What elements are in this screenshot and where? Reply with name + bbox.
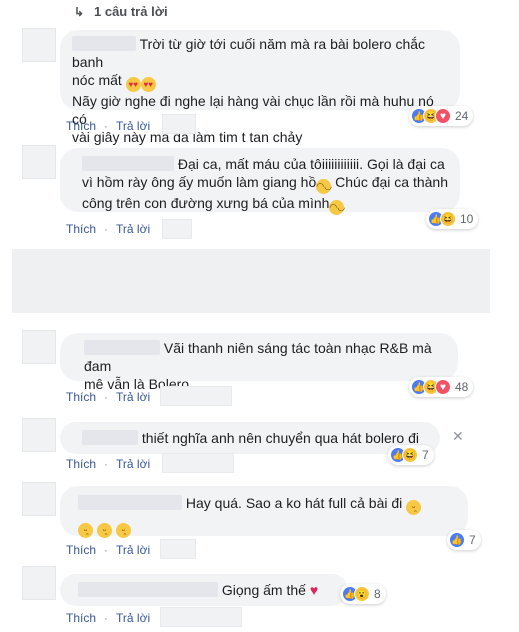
wow-icon: 😮 (354, 586, 370, 602)
haha-icon: 😆 (440, 211, 456, 227)
reaction-count: 7 (422, 448, 429, 462)
avatar[interactable] (22, 145, 56, 179)
close-icon[interactable]: ✕ (452, 428, 464, 445)
like-icon: 👍 (449, 532, 465, 548)
comment-text-line: Hay quá. Sao a ko hát full cả bài đi (185, 495, 403, 511)
comment-bubble: Trời từ giờ tới cuối năm mà ra bài boler… (60, 30, 460, 145)
author-name[interactable] (78, 582, 218, 597)
timestamp[interactable] (162, 453, 234, 473)
reply-link[interactable]: Trả lời (116, 222, 150, 236)
timestamp[interactable] (162, 219, 192, 239)
red-heart-emoji-icon: ♥ (309, 582, 319, 598)
reaction-summary[interactable]: 👍 😆 10 (426, 209, 479, 229)
view-replies-label: 1 câu trả lời (94, 4, 168, 19)
reaction-count: 7 (469, 533, 476, 547)
author-name[interactable] (82, 156, 174, 171)
love-icon: ♥ (435, 379, 451, 395)
reaction-summary[interactable]: 👍 😮 8 (340, 584, 386, 604)
comment-bubble: Đại ca, mất máu của tôiiiiiiiiiiii. Gọi … (60, 148, 460, 215)
author-name[interactable] (78, 495, 182, 510)
comment-bubble: thiết nghĩa anh nên chuyển qua hát boler… (60, 422, 440, 454)
like-link[interactable]: Thích (66, 457, 96, 471)
avatar[interactable] (22, 566, 56, 600)
timestamp[interactable] (160, 386, 232, 406)
comment-text-line: công trên con đường xưng bá của mình (82, 195, 330, 211)
timestamp[interactable] (160, 607, 242, 627)
pensive-emoji-icon: ᵕ̯ (96, 523, 112, 538)
comment-actions: Thích · Trả lời (66, 390, 151, 404)
pensive-emoji-icon: ᵕ̯ (406, 500, 422, 515)
avatar[interactable] (22, 418, 56, 452)
like-link[interactable]: Thích (66, 390, 96, 404)
avatar[interactable] (22, 28, 56, 62)
heart-eyes-emoji-icon: ♥♥ (125, 77, 141, 92)
reaction-summary[interactable]: 👍 😆 ♥ 24 (409, 106, 474, 126)
love-icon: ♥ (435, 108, 451, 124)
comment-text-line: nóc mất (72, 72, 122, 88)
heart-eyes-emoji-icon: ♥♥ (140, 77, 156, 92)
laughing-emoji-icon: ◠◡ (316, 179, 332, 194)
laughing-emoji-icon: ◠◡ (329, 200, 345, 215)
comment-text-line: Chúc đại ca thành (331, 174, 448, 190)
like-link[interactable]: Thích (66, 611, 96, 625)
reaction-summary[interactable]: 👍 😆 ♥ 48 (409, 377, 474, 397)
comment-text-line: vì hồm rày ông ấy muốn làm giang hồ (82, 174, 317, 190)
reply-link[interactable]: Trả lời (116, 390, 150, 404)
reaction-count: 8 (374, 587, 381, 601)
comment-text-line: Giọng ấm thế (221, 582, 306, 598)
timestamp[interactable] (160, 539, 196, 559)
timestamp[interactable] (162, 114, 196, 134)
comment-bubble: Vãi thanh niên sáng tác toàn nhạc R&B mà… (60, 333, 458, 392)
comment-text-line: thiết nghĩa anh nên chuyển qua hát boler… (141, 430, 419, 446)
author-name[interactable] (72, 36, 136, 51)
author-name[interactable] (82, 430, 138, 445)
avatar[interactable] (22, 330, 56, 364)
redacted-comment-area (12, 249, 490, 313)
comment-bubble: Giọng ấm thế ♥ (60, 574, 348, 606)
comment-bubble: Hay quá. Sao a ko hát full cả bài đi ᵕ̯ … (60, 486, 468, 538)
reaction-count: 10 (460, 212, 474, 226)
like-link[interactable]: Thích (66, 119, 96, 133)
reply-arrow-icon: ↳ (74, 5, 85, 19)
haha-icon: 😆 (402, 447, 418, 463)
view-replies-link[interactable]: ↳ 1 câu trả lời (74, 4, 168, 19)
reaction-summary[interactable]: 👍 7 (447, 530, 481, 550)
reply-link[interactable]: Trả lời (116, 611, 150, 625)
pensive-emoji-icon: ᵕ̯ (115, 523, 131, 538)
like-link[interactable]: Thích (66, 222, 96, 236)
comment-actions: Thích · Trả lời (66, 611, 151, 625)
comment-actions: Thích · Trả lời (66, 543, 151, 557)
author-name[interactable] (84, 340, 160, 355)
reaction-summary[interactable]: 👍 😆 7 (388, 445, 434, 465)
avatar[interactable] (22, 482, 56, 516)
reply-link[interactable]: Trả lời (116, 457, 150, 471)
reaction-count: 48 (455, 380, 469, 394)
comment-actions: Thích · Trả lời (66, 457, 151, 471)
comment-text-line: Đại ca, mất máu của tôiiiiiiiiiiii. Gọi … (177, 156, 445, 172)
like-link[interactable]: Thích (66, 543, 96, 557)
reaction-count: 24 (455, 109, 469, 123)
reply-link[interactable]: Trả lời (116, 119, 150, 133)
comment-actions: Thích · Trả lời (66, 222, 151, 236)
pensive-emoji-icon: ᵕ̯ (78, 523, 93, 538)
comment-actions: Thích · Trả lời (66, 119, 151, 133)
reply-link[interactable]: Trả lời (116, 543, 150, 557)
